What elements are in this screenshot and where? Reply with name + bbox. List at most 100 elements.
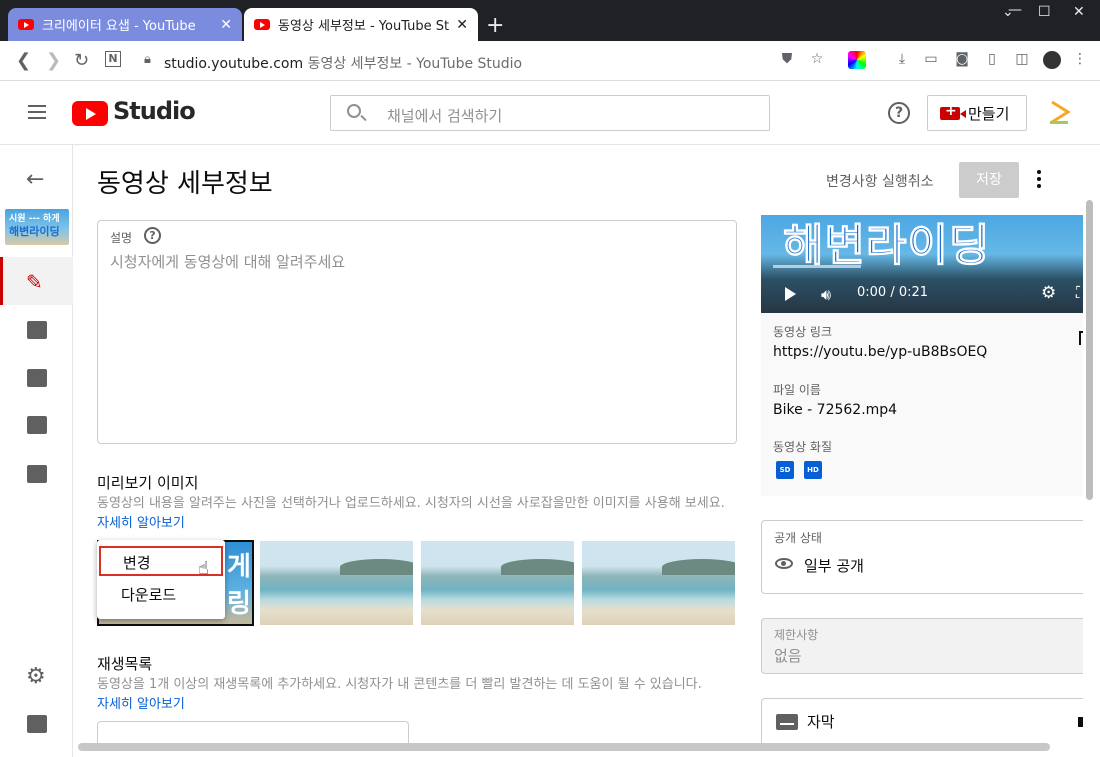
search-icon [347,104,361,118]
video-quality-label: 동영상 화질 [773,440,833,454]
back-arrow-icon[interactable]: ← [26,167,44,192]
create-button[interactable]: 만들기 [927,95,1027,131]
description-placeholder: 시청자에게 동영상에 대해 알려주세요 [110,253,346,271]
browser-tab-bar: 크리에이터 요샙 - YouTube ✕ 동영상 세부정보 - YouTube … [0,0,1100,41]
thumbnail-option[interactable] [421,541,574,625]
url-domain: studio.youtube.com [164,56,304,72]
more-options-icon[interactable] [1036,170,1042,190]
undo-changes-button[interactable]: 변경사항 실행취소 [826,171,934,191]
tab-video-details[interactable]: 동영상 세부정보 - YouTube Stu ✕ [244,8,478,41]
video-link[interactable]: https://youtu.be/yp-uB8BsOEQ [773,344,987,360]
studio-brand[interactable]: Studio [113,97,196,125]
url-text[interactable]: studio.youtube.com 동영상 세부정보 - YouTube St… [164,53,522,73]
thumbnail-option[interactable] [582,541,735,625]
youtube-favicon-icon [254,19,270,30]
player-settings-icon[interactable]: ⚙ [1041,283,1056,303]
subtitles-card[interactable]: 자막 [761,698,1083,746]
visibility-label: 공개 상태 [774,531,822,545]
video-progress-bar[interactable] [773,265,861,268]
star-icon[interactable]: ☆ [808,51,826,69]
shield-icon[interactable]: ⛊ [778,51,796,69]
subtitles-icon[interactable] [27,465,47,483]
file-name-label: 파일 이름 [773,383,821,397]
youtube-favicon-icon [18,19,34,30]
reader-icon[interactable]: ▯ [983,51,1001,69]
search-input[interactable]: 채널에서 검색하기 [330,95,770,131]
settings-icon[interactable]: ⚙ [26,664,46,689]
minimize-icon[interactable]: — [1008,2,1022,18]
create-label: 만들기 [968,104,1010,123]
video-link-label: 동영상 링크 [773,325,833,339]
color-extension-icon[interactable] [848,51,866,69]
save-button[interactable]: 저장 [959,162,1019,198]
hd-badge: HD [804,461,822,479]
editor-icon[interactable] [27,369,47,387]
restrictions-field: 제한사항 없음 [761,618,1083,674]
playlist-heading: 재생목록 [97,655,153,673]
browser-menu-icon[interactable]: ⋮ [1071,51,1089,69]
edit-subtitles-icon[interactable] [1078,717,1083,727]
thumbnail-description: 동영상의 내용을 알려주는 사진을 선택하거나 업로드하세요. 시청자의 시선을… [97,494,737,534]
back-icon[interactable]: ❮ [16,50,31,71]
close-tab-icon[interactable]: ✕ [456,17,468,33]
thumbnail-overlay-text: 게링 [227,552,251,619]
tab-title: 크리에이터 요샙 - YouTube [42,19,196,34]
sd-badge: SD [776,461,794,479]
playlist-learn-more-link[interactable]: 자세히 알아보기 [97,697,185,712]
close-window-icon[interactable]: ✕ [1073,4,1085,20]
subtitles-icon [776,714,798,730]
thumbnail-option[interactable] [260,541,413,625]
thumbnail-learn-more-link[interactable]: 자세히 알아보기 [97,516,185,531]
camera-icon[interactable]: ◙ [953,51,971,69]
fullscreen-icon[interactable]: ⛶ [1076,283,1083,303]
video-player[interactable]: 해변라이딩 🔊︎ 0:00 / 0:21 ⚙ ⛶ [761,215,1083,313]
lock-icon: 🔒︎ [144,52,151,67]
sidebar-icon[interactable]: ◫ [1013,51,1031,69]
video-camera-icon[interactable]: ▭ [922,51,940,69]
tab-creator-tips[interactable]: 크리에이터 요샙 - YouTube ✕ [8,8,242,41]
forward-icon[interactable]: ❯ [46,50,61,71]
copy-icon[interactable] [1079,331,1083,345]
tab-title: 동영상 세부정보 - YouTube Stu [278,19,451,34]
channel-avatar[interactable] [1046,99,1072,125]
left-rail: ← 시원 --- 하게 해변라이딩 ✎ ⚙ [0,145,73,757]
video-camera-icon [940,103,966,120]
playlist-description: 동영상을 1개 이상의 재생목록에 추가하세요. 시청자가 내 콘텐츠를 더 빨… [97,675,737,715]
video-thumbnail-small[interactable]: 시원 --- 하게 해변라이딩 [5,209,69,245]
vertical-scrollbar[interactable] [1086,200,1093,500]
maximize-icon[interactable]: ☐ [1038,4,1051,20]
subtitles-label: 자막 [807,713,835,731]
thumbnail-context-menu: 변경 다운로드 [97,540,225,619]
new-tab-icon[interactable]: + [486,13,504,38]
video-info-panel: 동영상 링크 https://youtu.be/yp-uB8BsOEQ 파일 이… [761,313,1083,496]
play-icon[interactable] [785,287,796,301]
restrictions-value: 없음 [774,647,802,665]
search-placeholder: 채널에서 검색하기 [387,107,503,125]
menu-item-download[interactable]: 다운로드 [121,584,176,605]
thumb-line2: 해변라이딩 [9,225,60,238]
close-tab-icon[interactable]: ✕ [220,17,232,33]
profile-avatar[interactable] [1043,51,1061,69]
description-label: 설명 [110,231,133,245]
address-bar: ❮ ❯ ↻ N 🔒︎ studio.youtube.com 동영상 세부정보 -… [0,41,1100,81]
download-icon[interactable]: ⤓ [893,51,911,69]
edit-icon: ✎ [26,270,43,294]
horizontal-scrollbar[interactable] [78,743,1050,751]
visibility-value: 일부 공개 [804,557,864,575]
page-title: 동영상 세부정보 [97,169,273,199]
extension-n-icon[interactable]: N [105,51,121,67]
youtube-logo-icon[interactable] [72,101,108,126]
analytics-icon[interactable] [27,321,47,339]
volume-icon[interactable]: 🔊︎ [821,285,841,304]
feedback-icon[interactable] [27,715,47,733]
reload-icon[interactable]: ↻ [74,50,89,71]
thumbnail-heading: 미리보기 이미지 [97,474,199,492]
description-textarea[interactable]: 설명 ? 시청자에게 동영상에 대해 알려주세요 [97,220,737,444]
description-help-icon[interactable]: ? [144,227,161,244]
video-time: 0:00 / 0:21 [857,285,929,300]
url-page-title: 동영상 세부정보 - YouTube Studio [307,56,523,72]
hamburger-menu-icon[interactable] [28,105,46,119]
help-icon[interactable]: ? [888,102,910,124]
comments-icon[interactable] [27,416,47,434]
visibility-select[interactable]: 공개 상태 일부 공개 [761,520,1083,594]
